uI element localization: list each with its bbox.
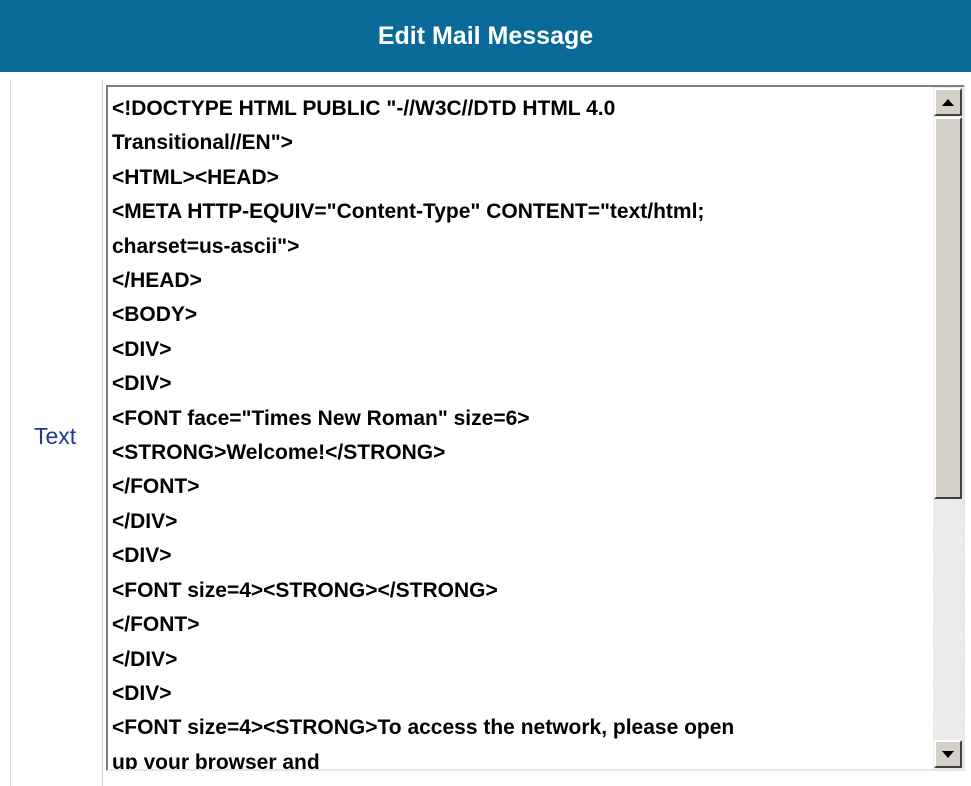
edit-mail-message-header: Edit Mail Message <box>0 0 971 72</box>
cell-divider <box>102 80 103 786</box>
message-text-area[interactable]: <!DOCTYPE HTML PUBLIC "-//W3C//DTD HTML … <box>106 85 965 771</box>
header-divider <box>0 72 971 74</box>
vertical-scrollbar[interactable] <box>933 87 963 769</box>
scroll-down-button[interactable] <box>934 740 962 768</box>
scroll-up-arrow-icon <box>942 98 954 106</box>
text-field-label: Text <box>34 423 77 449</box>
message-text-content[interactable]: <!DOCTYPE HTML PUBLIC "-//W3C//DTD HTML … <box>112 92 932 769</box>
scroll-down-arrow-icon <box>942 750 954 758</box>
scrollbar-thumb[interactable] <box>934 117 962 499</box>
scroll-up-button[interactable] <box>934 88 962 116</box>
page-title: Edit Mail Message <box>377 21 594 50</box>
